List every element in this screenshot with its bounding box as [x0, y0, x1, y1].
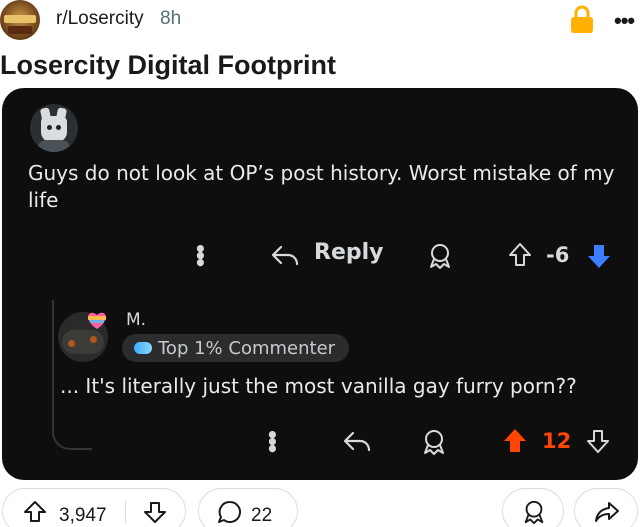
award-button[interactable]: [502, 488, 564, 527]
subreddit-name[interactable]: r/Losercity: [56, 8, 144, 30]
flair-icon: [134, 342, 152, 354]
more-vertical-icon: • • •: [266, 423, 279, 461]
reply-username: M.: [126, 310, 147, 330]
share-icon: [595, 502, 619, 522]
lock-icon: [568, 4, 596, 34]
vote-pill: 3,947: [2, 488, 186, 527]
comment-actions: • • • Reply -6: [2, 238, 638, 274]
upvote-icon: [509, 243, 531, 266]
downvote-icon: [588, 245, 610, 268]
post-header: r/Losercity 8h •••: [0, 0, 640, 42]
upvote-icon[interactable]: [23, 500, 47, 524]
reply-arrow-icon: [343, 431, 371, 452]
reply-actions: • • • 12: [2, 424, 638, 460]
user-flair: Top 1% Commenter: [122, 334, 350, 362]
flair-text: Top 1% Commenter: [158, 337, 336, 359]
more-vertical-icon: • • •: [194, 237, 207, 275]
comment-icon: [218, 500, 241, 523]
comment-text: Guys do not look at OP’s post history. W…: [28, 161, 615, 212]
reply-arrow-icon: [271, 245, 299, 266]
subreddit-avatar[interactable]: [0, 0, 40, 40]
more-options-icon[interactable]: •••: [614, 8, 635, 34]
comment-count: 22: [251, 505, 273, 526]
award-icon: [524, 500, 544, 525]
reply-label: Reply: [314, 240, 384, 265]
award-icon: [424, 430, 444, 455]
downvote-icon: [587, 430, 609, 453]
comments-button[interactable]: 22: [198, 488, 298, 527]
heart-badge-icon: [88, 312, 106, 329]
comment-score: -6: [546, 243, 570, 267]
post-title: Losercity Digital Footprint: [0, 50, 337, 80]
commenter-avatar: [30, 104, 78, 152]
share-button[interactable]: [574, 488, 638, 527]
award-icon: [430, 244, 450, 269]
post-image[interactable]: Guys do not look at OP’s post history. W…: [2, 88, 638, 480]
reply-score: 12: [542, 429, 572, 453]
upvote-count: 3,947: [59, 505, 107, 526]
reply-text: ... It's literally just the most vanilla…: [60, 374, 577, 398]
post-action-bar: 3,947 22: [0, 488, 640, 527]
downvote-icon[interactable]: [143, 500, 167, 524]
vote-divider: [125, 501, 126, 523]
upvote-icon: [504, 429, 526, 452]
post-age: 8h: [160, 8, 182, 29]
